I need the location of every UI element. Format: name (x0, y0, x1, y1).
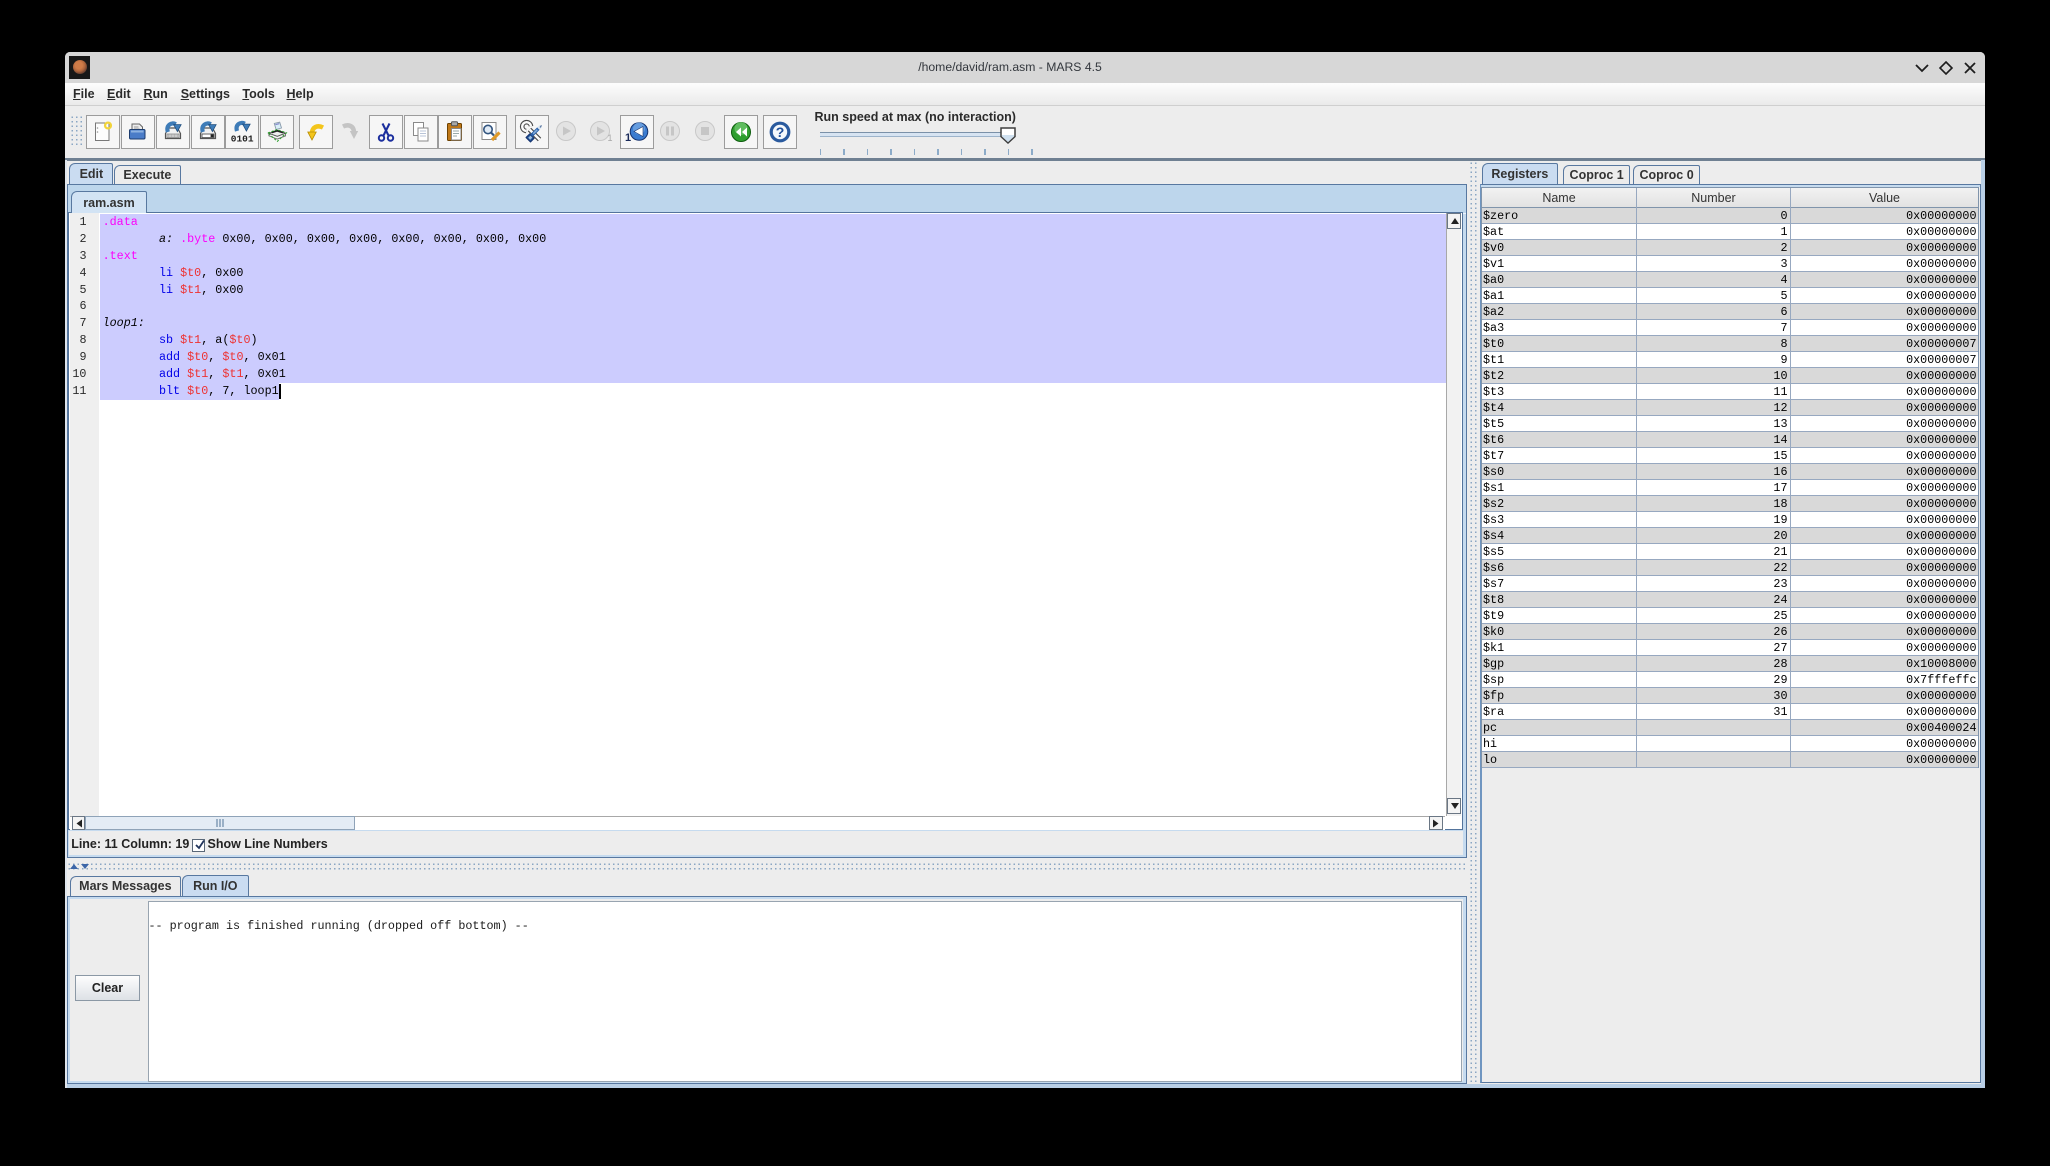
svg-text:0101: 0101 (231, 133, 254, 144)
svg-text:1: 1 (607, 133, 612, 143)
svg-text:?: ? (776, 124, 785, 140)
